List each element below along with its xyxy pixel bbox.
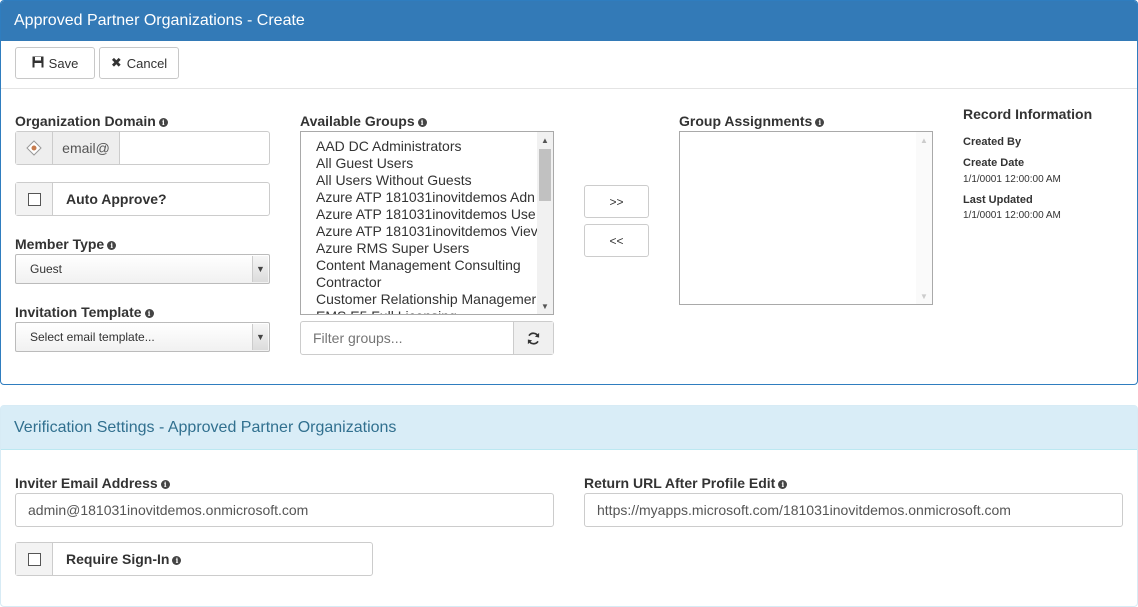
member-type-value: Guest [30,262,63,276]
list-item[interactable]: All Guest Users [316,155,538,172]
available-groups-label: Available Groups i [300,113,427,129]
chevron-down-icon: ▼ [252,324,268,350]
add-group-button[interactable]: >> [584,185,649,218]
group-assignments-label: Group Assignments i [679,113,825,129]
refresh-icon [527,331,540,345]
info-icon[interactable]: i [815,118,825,127]
filter-groups-group [300,321,554,355]
create-panel: Approved Partner Organizations - Create … [0,0,1138,385]
cancel-label: Cancel [126,55,168,71]
require-signin-cell [16,543,53,575]
auto-approve-label: Auto Approve? [66,191,167,207]
auto-approve-checkbox[interactable] [27,192,41,206]
save-button[interactable]: Save [15,47,95,79]
scrollbar[interactable]: ▲ ▼ [537,132,553,314]
cancel-button[interactable]: ✖ Cancel [99,47,179,79]
scroll-down-icon[interactable]: ▼ [916,288,932,304]
require-signin-group: Require Sign-In i [15,542,373,576]
verification-panel: Verification Settings - Approved Partner… [0,405,1138,607]
scroll-up-icon[interactable]: ▲ [537,132,553,148]
list-item[interactable]: AAD DC Administrators [316,138,538,155]
list-item[interactable]: All Users Without Guests [316,172,538,189]
info-icon[interactable]: i [107,241,117,250]
create-date-label: Create Date [963,157,1025,169]
list-item[interactable]: Azure ATP 181031inovitdemos Use [316,206,538,223]
invitation-template-select[interactable]: Select email template... ▼ [15,322,270,352]
inviter-email-field[interactable]: admin@181031inovitdemos.onmicrosoft.com [15,493,554,527]
scroll-up-icon[interactable]: ▲ [916,132,932,148]
member-type-select[interactable]: Guest ▼ [15,254,270,284]
member-type-label: Member Type i [15,236,117,252]
auto-approve-cell [16,183,53,215]
inviter-email-label: Inviter Email Address i [15,475,170,491]
save-label: Save [48,55,79,71]
list-item[interactable]: Azure RMS Super Users [316,240,538,257]
org-domain-label: Organization Domain i [15,113,168,129]
group-assignments-list[interactable]: ▲ ▼ [679,131,933,305]
info-icon[interactable]: i [172,556,182,565]
return-url-label: Return URL After Profile Edit i [584,475,788,491]
available-groups-items: AAD DC Administrators All Guest Users All … [316,138,538,314]
auto-approve-group: Auto Approve? [15,182,270,216]
record-info-title: Record Information [963,106,1093,122]
info-icon[interactable]: i [160,480,170,489]
last-updated-value: 1/1/0001 12:00:00 AM [963,210,1061,221]
last-updated-label: Last Updated [963,194,1033,206]
toolbar-divider [1,88,1137,89]
chevron-down-icon: ▼ [252,256,268,282]
page-title: Approved Partner Organizations - Create [1,1,1137,41]
list-item[interactable]: Azure ATP 181031inovitdemos Adn [316,189,538,206]
list-item[interactable]: Customer Relationship Managemer [316,291,538,308]
email-prefix: email@ [53,132,120,164]
verification-title: Verification Settings - Approved Partner… [1,406,1137,450]
filter-groups-input[interactable] [301,322,513,354]
org-domain-field[interactable] [120,132,269,164]
list-item[interactable]: EMS E5 Full Licensing [316,308,538,314]
x-icon: ✖ [110,55,122,70]
refresh-button[interactable] [513,322,553,354]
available-groups-list[interactable]: AAD DC Administrators All Guest Users All … [300,131,554,315]
invitation-template-label: Invitation Template i [15,304,154,320]
info-icon[interactable]: i [144,309,154,318]
floppy-disk-icon [32,56,44,71]
org-domain-input-group: email@ [15,131,270,165]
require-signin-checkbox[interactable] [27,552,41,566]
scrollbar[interactable]: ▲ ▼ [916,132,932,304]
create-date-value: 1/1/0001 12:00:00 AM [963,174,1061,185]
list-item[interactable]: Azure ATP 181031inovitdemos Viev [316,223,538,240]
info-icon[interactable]: i [158,118,168,127]
remove-group-button[interactable]: << [584,224,649,257]
require-signin-label-wrap: Require Sign-In i [53,551,182,567]
list-item[interactable]: Content Management Consulting [316,257,538,274]
scroll-down-icon[interactable]: ▼ [537,298,553,314]
list-item[interactable]: Contractor [316,274,538,291]
domain-icon [16,132,53,164]
invitation-template-value: Select email template... [30,330,155,344]
require-signin-label: Require Sign-In [66,551,170,567]
info-icon[interactable]: i [778,480,788,489]
return-url-field[interactable]: https://myapps.microsoft.com/181031inovi… [584,493,1123,527]
info-icon[interactable]: i [417,118,427,127]
scroll-thumb[interactable] [539,149,551,201]
created-by-label: Created By [963,136,1022,148]
